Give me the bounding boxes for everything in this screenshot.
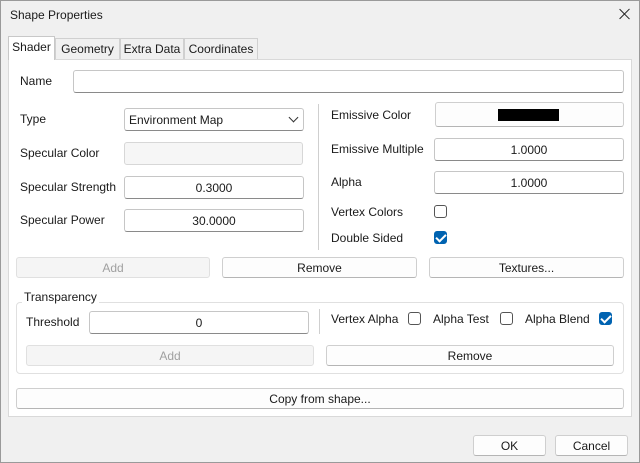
emissive-multiple-input[interactable]: 1.0000	[434, 138, 624, 161]
type-label: Type	[20, 112, 47, 126]
specular-strength-label: Specular Strength	[20, 180, 117, 194]
vertex-colors-checkbox[interactable]	[434, 205, 447, 218]
emissive-color-swatch	[498, 109, 559, 121]
transparency-divider	[319, 309, 320, 334]
vertex-alpha-checkbox[interactable]	[408, 312, 421, 325]
tab-shader[interactable]: Shader	[8, 36, 55, 60]
transparency-title: Transparency	[22, 290, 99, 304]
add-button[interactable]: Add	[16, 257, 210, 278]
column-divider	[318, 104, 319, 250]
alpha-label: Alpha	[331, 175, 362, 189]
specular-strength-input[interactable]: 0.3000	[124, 176, 304, 199]
textures-button[interactable]: Textures...	[429, 257, 624, 278]
tab-extra-data[interactable]: Extra Data	[120, 38, 184, 59]
vertex-colors-label: Vertex Colors	[331, 205, 404, 219]
emissive-multiple-label: Emissive Multiple	[331, 142, 424, 156]
cancel-button[interactable]: Cancel	[555, 435, 628, 456]
copy-from-shape-button[interactable]: Copy from shape...	[16, 388, 624, 409]
specular-color-button[interactable]	[124, 142, 303, 165]
alpha-blend-checkbox[interactable]	[599, 312, 612, 325]
transparency-add-button[interactable]: Add	[26, 345, 314, 366]
threshold-label: Threshold	[26, 315, 80, 329]
type-select-value: Environment Map	[129, 113, 224, 127]
tab-geometry[interactable]: Geometry	[55, 38, 120, 59]
transparency-remove-button[interactable]: Remove	[326, 345, 614, 366]
double-sided-label: Double Sided	[331, 231, 404, 245]
name-input[interactable]	[73, 70, 624, 93]
tab-coordinates[interactable]: Coordinates	[184, 38, 258, 59]
ok-button[interactable]: OK	[473, 435, 546, 456]
remove-button[interactable]: Remove	[222, 257, 417, 278]
window-title: Shape Properties	[10, 8, 103, 22]
chevron-down-icon	[288, 112, 299, 123]
specular-color-label: Specular Color	[20, 146, 100, 160]
alpha-blend-label: Alpha Blend	[525, 312, 590, 326]
specular-power-label: Specular Power	[20, 213, 105, 227]
threshold-input[interactable]: 0	[89, 311, 309, 334]
alpha-test-label: Alpha Test	[433, 312, 489, 326]
vertex-alpha-label: Vertex Alpha	[331, 312, 399, 326]
name-label: Name	[20, 74, 53, 88]
close-icon[interactable]	[614, 3, 636, 25]
emissive-color-label: Emissive Color	[331, 108, 412, 122]
type-select[interactable]: Environment Map	[124, 108, 304, 131]
double-sided-checkbox[interactable]	[434, 231, 447, 244]
alpha-input[interactable]: 1.0000	[434, 171, 624, 194]
specular-power-input[interactable]: 30.0000	[124, 209, 304, 232]
alpha-test-checkbox[interactable]	[500, 312, 513, 325]
